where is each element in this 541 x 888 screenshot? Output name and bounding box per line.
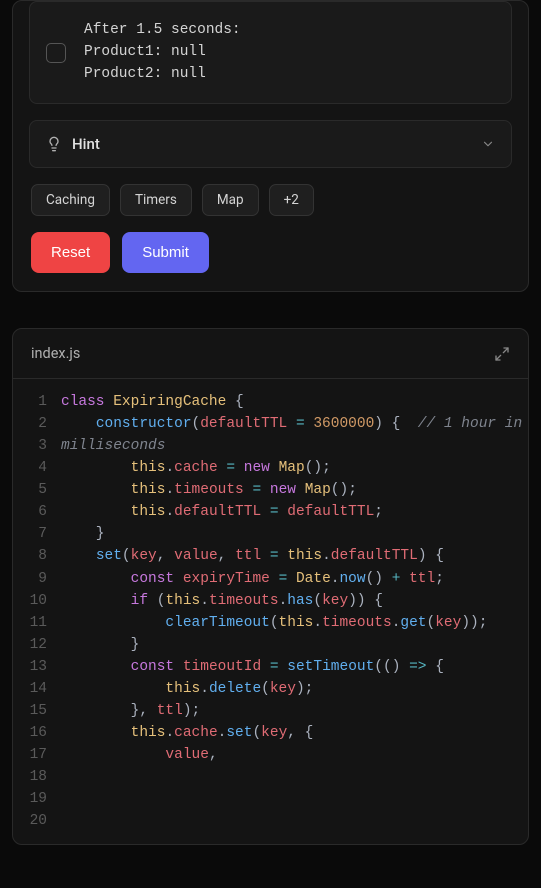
chevron-down-icon <box>481 137 495 151</box>
tag-more[interactable]: +2 <box>269 184 314 216</box>
output-checkbox[interactable] <box>46 43 66 63</box>
expected-output-box: After 1.5 seconds: Product1: null Produc… <box>29 1 512 104</box>
line-gutter: 1234567891011121314151617181920 <box>13 391 61 832</box>
output-text: After 1.5 seconds: Product1: null Produc… <box>84 20 241 85</box>
lightbulb-icon <box>46 136 62 152</box>
hint-label: Hint <box>72 135 100 153</box>
filename: index.js <box>31 345 80 362</box>
challenge-card: After 1.5 seconds: Product1: null Produc… <box>12 0 529 292</box>
expand-icon[interactable] <box>494 346 510 362</box>
code-area[interactable]: 1234567891011121314151617181920 class Ex… <box>13 379 528 844</box>
submit-button[interactable]: Submit <box>122 232 209 273</box>
editor-panel: index.js 1234567891011121314151617181920… <box>12 328 529 845</box>
tags-row: Caching Timers Map +2 <box>29 184 512 216</box>
buttons-row: Reset Submit <box>29 232 512 287</box>
code-lines[interactable]: class ExpiringCache { constructor(defaul… <box>61 391 528 832</box>
editor-header: index.js <box>13 329 528 379</box>
tag-caching[interactable]: Caching <box>31 184 110 216</box>
hint-accordion[interactable]: Hint <box>29 120 512 168</box>
reset-button[interactable]: Reset <box>31 232 110 273</box>
tag-map[interactable]: Map <box>202 184 259 216</box>
tag-timers[interactable]: Timers <box>120 184 192 216</box>
